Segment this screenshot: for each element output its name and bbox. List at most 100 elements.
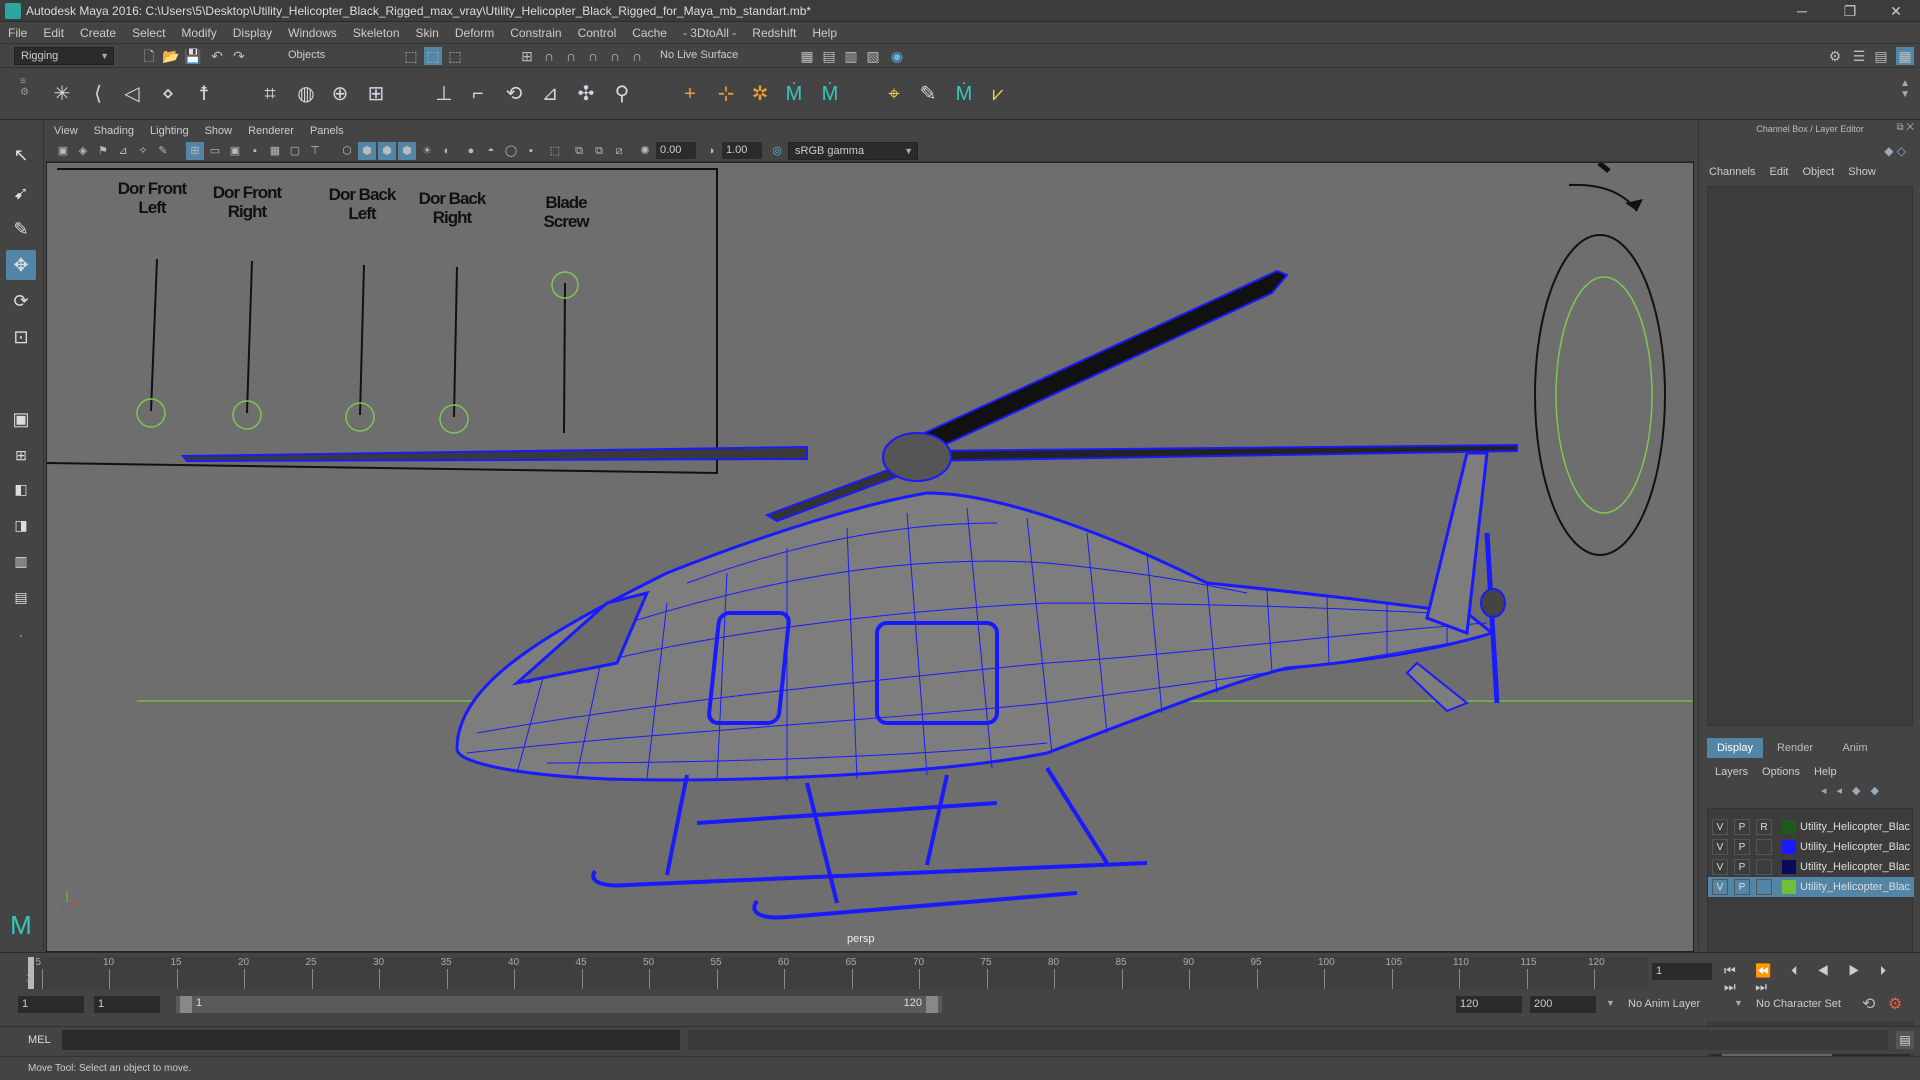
paint-skin-icon[interactable]: ✎ [914, 80, 942, 108]
shadows-icon[interactable]: ◐ [438, 142, 456, 160]
rotate-tool-icon[interactable]: ⟳ [6, 286, 36, 316]
le-menu-help[interactable]: Help [1814, 766, 1837, 778]
attribute-editor-icon[interactable]: ☰ [1850, 47, 1868, 65]
new-scene-icon[interactable]: 🗋 [140, 47, 158, 65]
sculpt-deformer-icon[interactable]: ✣ [572, 80, 600, 108]
menu-deform[interactable]: Deform [447, 22, 502, 44]
image-plane-icon[interactable]: ⊿ [114, 142, 132, 160]
mel-label[interactable]: MEL [28, 1034, 51, 1046]
time-ruler[interactable]: 1 5 10 15 20 25 30 35 40 45 50 55 60 65 70 75 80 85 90 95 1… [26, 957, 1648, 989]
menu-display[interactable]: Display [225, 22, 280, 44]
select-object-icon[interactable]: ⬚ [424, 47, 442, 65]
menu-create[interactable]: Create [72, 22, 124, 44]
menu-redshift[interactable]: Redshift [744, 22, 804, 44]
cb-menu-edit[interactable]: Edit [1769, 166, 1788, 178]
lattice-icon[interactable]: ⊞ [362, 80, 390, 108]
layer-reference-toggle[interactable] [1756, 879, 1772, 895]
panel-close-icon[interactable]: ⧉ ✕ [1896, 122, 1914, 133]
color-space-dropdown[interactable]: sRGB gamma ▼ [788, 142, 918, 160]
xray-components-icon[interactable]: ⧄ [610, 142, 628, 160]
menu-select[interactable]: Select [124, 22, 173, 44]
scale-tool-icon[interactable]: ⊡ [6, 322, 36, 352]
tool-settings-icon[interactable]: ▤ [1872, 47, 1890, 65]
bookmark-icon[interactable]: ⚑ [94, 142, 112, 160]
soft-mod-icon[interactable]: ⚲ [608, 80, 636, 108]
range-slider-handle-start[interactable] [180, 996, 192, 1013]
set-driven-key-icon[interactable]: ⌖ [880, 80, 908, 108]
safe-action-icon[interactable]: ▢ [286, 142, 304, 160]
gate-mask-icon[interactable]: ▪ [246, 142, 264, 160]
save-scene-icon[interactable]: 💾 [184, 47, 202, 65]
render-view-icon[interactable]: ▦ [798, 47, 816, 65]
menu-skin[interactable]: Skin [408, 22, 447, 44]
wrap-deformer-icon[interactable]: ⊿ [536, 80, 564, 108]
grease-pencil-icon[interactable]: ✎ [154, 142, 172, 160]
orient-constraint-icon[interactable]: ✲ [746, 80, 774, 108]
menu-control[interactable]: Control [570, 22, 625, 44]
depth-of-field-icon[interactable]: ▪ [522, 142, 540, 160]
layer-color-swatch[interactable] [1782, 860, 1796, 874]
layer-visibility-toggle[interactable]: V [1712, 859, 1728, 875]
smooth-bind-icon[interactable]: ◍ [292, 80, 320, 108]
panel-menu-lighting[interactable]: Lighting [142, 122, 197, 140]
panel-menu-renderer[interactable]: Renderer [240, 122, 302, 140]
two-pane-layout-icon[interactable]: ◧ [6, 474, 36, 504]
playback-controls[interactable]: ⏮ ⏪ ⏴ ◀ ▶ ⏵ ⏭ ⏭ [1724, 963, 1920, 995]
anti-aliasing-icon[interactable]: ◯ [502, 142, 520, 160]
layer-reference-toggle[interactable] [1756, 839, 1772, 855]
layer-playback-toggle[interactable]: P [1734, 879, 1750, 895]
menu-skeleton[interactable]: Skeleton [345, 22, 408, 44]
shelf-options-icon[interactable]: ≡ ⚙ [20, 76, 30, 112]
more-layouts-icon[interactable]: · [6, 620, 36, 650]
gamma-icon[interactable]: ◑ [702, 142, 720, 160]
layer-visibility-toggle[interactable]: V [1712, 839, 1728, 855]
channel-box-icons[interactable]: ◆ ◇ [1884, 144, 1906, 158]
mel-input[interactable] [62, 1030, 680, 1050]
shelf-scroll-icon[interactable]: ▲ ▼ [1900, 78, 1910, 100]
lights-icon[interactable]: ☀ [418, 142, 436, 160]
menuset-dropdown[interactable]: Rigging ▼ [14, 47, 114, 65]
select-hierarchy-icon[interactable]: ⬚ [402, 47, 420, 65]
color-management-icon[interactable]: ◎ [768, 142, 786, 160]
select-tool-icon[interactable]: ↖ [6, 140, 36, 170]
2d-pan-icon[interactable]: ✧ [134, 142, 152, 160]
layer-reference-toggle[interactable]: R [1756, 819, 1772, 835]
current-frame-field[interactable]: 1 [1652, 963, 1712, 980]
layer-visibility-toggle[interactable]: V [1712, 879, 1728, 895]
viewport-persp[interactable]: Dor Front Left Dor Front Right Dor Back … [46, 162, 1694, 952]
layer-row[interactable]: V P R Utility_Helicopter_Blac [1708, 817, 1914, 837]
menu-3dtoall[interactable]: - 3DtoAll - [675, 22, 744, 44]
le-menu-options[interactable]: Options [1762, 766, 1800, 778]
le-menu-layers[interactable]: Layers [1715, 766, 1748, 778]
exposure-field[interactable]: 0.00 [656, 142, 696, 159]
layer-playback-toggle[interactable]: P [1734, 859, 1750, 875]
joint-tool-icon[interactable]: ✳ [48, 80, 76, 108]
open-scene-icon[interactable]: 📂 [162, 47, 180, 65]
restore-button[interactable]: ❐ [1830, 2, 1870, 20]
script-icon[interactable]: ⩗ [984, 80, 1012, 108]
menu-constrain[interactable]: Constrain [502, 22, 569, 44]
xray-joints-icon[interactable]: ⧉ [590, 142, 608, 160]
bind-skin-icon[interactable]: ⌗ [256, 80, 284, 108]
anim-layer-dropdown[interactable]: No Anim Layer [1628, 998, 1700, 1010]
character-set-dropdown[interactable]: No Character Set [1756, 998, 1841, 1010]
cluster-icon[interactable]: ⊥ [430, 80, 458, 108]
layer-color-swatch[interactable] [1782, 820, 1796, 834]
render-frame-icon[interactable]: ▤ [820, 47, 838, 65]
paint-select-icon[interactable]: ✎ [6, 214, 36, 244]
grid-icon[interactable]: ⊞ [186, 142, 204, 160]
outliner-layout-icon[interactable]: ◨ [6, 510, 36, 540]
playback-end-field[interactable]: 120 [1456, 996, 1522, 1013]
chevron-down-icon[interactable]: ▼ [1606, 998, 1615, 1008]
cb-menu-show[interactable]: Show [1848, 166, 1876, 178]
graph-layout-icon[interactable]: ▥ [6, 546, 36, 576]
minimize-button[interactable]: ─ [1782, 2, 1822, 20]
start-time-field[interactable]: 1 [18, 996, 84, 1013]
aim-constraint-icon[interactable]: Ṁ [780, 80, 808, 108]
single-pane-layout-icon[interactable]: ▣ [6, 404, 36, 434]
layer-color-swatch[interactable] [1782, 880, 1796, 894]
wireframe-icon[interactable]: ⬡ [338, 142, 356, 160]
smooth-shade-icon[interactable]: ⬢ [358, 142, 376, 160]
scale-constraint-icon[interactable]: Ṁ [816, 80, 844, 108]
resolution-gate-icon[interactable]: ▣ [226, 142, 244, 160]
